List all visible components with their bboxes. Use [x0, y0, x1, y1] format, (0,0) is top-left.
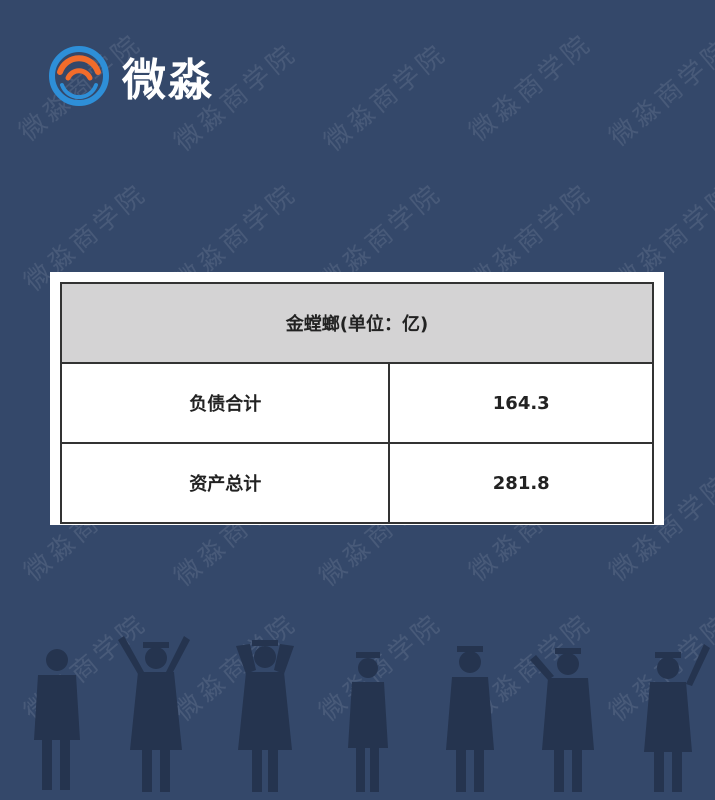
table-row: 资产总计 281.8 [59, 442, 654, 524]
table-title: 金螳螂(单位：亿) [60, 282, 654, 364]
graduate-figure [446, 646, 494, 792]
watermark-text: 微淼商学院 [603, 33, 715, 153]
graduate-figure [236, 640, 294, 792]
logo-mark-icon [49, 46, 109, 106]
brand-name: 微淼 [122, 55, 214, 106]
row-label: 资产总计 [59, 442, 391, 524]
graduates-silhouette-illustration [34, 636, 710, 792]
graduate-figure [348, 652, 388, 792]
row-label: 负债合计 [59, 362, 391, 444]
financial-table: 金螳螂(单位：亿) 负债合计 164.3 资产总计 281.8 [59, 282, 654, 524]
table-row: 负债合计 164.3 [59, 362, 654, 444]
graduate-figure [530, 648, 594, 792]
row-value: 164.3 [388, 362, 654, 444]
row-value: 281.8 [388, 442, 654, 524]
watermark-text: 微淼商学院 [318, 38, 454, 158]
graduate-figure [34, 649, 80, 790]
table-header-row: 金螳螂(单位：亿) [60, 282, 654, 364]
financial-table-card: 金螳螂(单位：亿) 负债合计 164.3 资产总计 281.8 [50, 272, 664, 525]
brand-logo: 微淼 [48, 44, 214, 108]
graduate-figure [644, 644, 710, 792]
graduate-figure [118, 636, 190, 792]
watermark-text: 微淼商学院 [463, 28, 599, 148]
